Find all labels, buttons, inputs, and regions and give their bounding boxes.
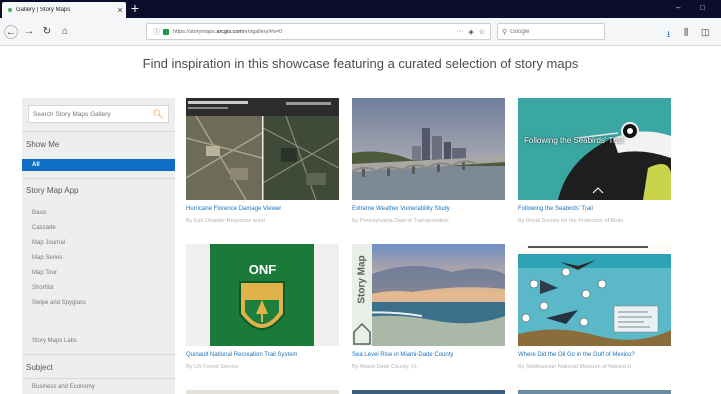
- maximize-button[interactable]: □: [700, 3, 705, 12]
- filter-app-swipe-spyglass[interactable]: Swipe and Spyglass: [32, 300, 86, 306]
- card-thumbnail[interactable]: ONF: [186, 244, 339, 346]
- info-icon[interactable]: ⓘ: [153, 27, 160, 37]
- filter-subject-business[interactable]: Business and Economy: [32, 384, 95, 390]
- show-me-heading[interactable]: Show Me: [26, 140, 59, 149]
- navigation-toolbar: ← → ↻ ⌂ ⓘ https://storymaps.arcgis.com/e…: [0, 18, 721, 46]
- gallery-search-box[interactable]: 🔍︎: [28, 105, 169, 123]
- home-icon[interactable]: ⌂: [58, 25, 72, 39]
- thumbnail-overlay-text: Following the Seabirds' Trail: [524, 136, 624, 145]
- forward-arrow-icon[interactable]: →: [22, 25, 36, 39]
- divider: [22, 354, 175, 355]
- sidebar-icon[interactable]: ◫: [701, 27, 710, 38]
- card-byline: By Smithsonian National Museum of Natura…: [518, 364, 632, 370]
- library-icon[interactable]: ⫼: [684, 27, 688, 38]
- next-row-thumbnail[interactable]: [518, 390, 671, 394]
- page-headline: Find inspiration in this showcase featur…: [142, 56, 579, 71]
- card-title[interactable]: Where Did the Oil Go in the Gulf of Mexi…: [518, 352, 635, 358]
- divider: [22, 378, 175, 379]
- back-arrow-icon[interactable]: ←: [4, 25, 18, 39]
- favicon-icon: [8, 8, 12, 12]
- browser-search-input[interactable]: [510, 28, 591, 35]
- filter-app-shortlist[interactable]: Shortlist: [32, 285, 54, 291]
- next-row-thumbnail[interactable]: [186, 390, 339, 394]
- filter-all[interactable]: All: [22, 159, 175, 171]
- card-thumbnail[interactable]: [352, 98, 505, 200]
- card-byline: By Royal Society for the Protection of B…: [518, 218, 624, 224]
- filter-story-maps-labs[interactable]: Story Maps Labs: [32, 338, 77, 344]
- card-byline: By Esri Disaster Response team: [186, 218, 266, 224]
- lock-icon: [163, 28, 169, 35]
- filter-app-map-tour[interactable]: Map Tour: [32, 270, 57, 276]
- search-icon: ⚲: [502, 28, 508, 36]
- page-actions-icon[interactable]: ···: [456, 28, 463, 35]
- url-text: https://storymaps.arcgis.com/en/gallery/…: [173, 28, 282, 35]
- filter-app-map-journal[interactable]: Map Journal: [32, 240, 65, 246]
- browser-tab[interactable]: Gallery | Story Maps ×: [2, 2, 126, 18]
- card-thumbnail[interactable]: Following the Seabirds' Trail: [518, 98, 671, 200]
- thumbnail-overlay-text: ONF: [248, 262, 277, 277]
- address-bar[interactable]: ⓘ https://storymaps.arcgis.com/en/galler…: [146, 23, 491, 40]
- card-thumbnail[interactable]: [186, 98, 339, 200]
- card-title[interactable]: Sea Level Rise in Miami-Dade County: [352, 352, 453, 358]
- subject-heading[interactable]: Subject: [26, 363, 53, 372]
- browser-search-bar[interactable]: ⚲: [497, 23, 605, 40]
- card-byline: By US Forest Service: [186, 364, 239, 370]
- next-row-thumbnail[interactable]: [352, 390, 505, 394]
- card-title[interactable]: Following the Seabirds' Trail: [518, 206, 593, 212]
- tab-close-icon[interactable]: ×: [114, 5, 126, 15]
- download-icon[interactable]: ⭳: [667, 27, 670, 43]
- card-byline: By Miami-Dade County, FL: [352, 364, 418, 370]
- divider: [22, 178, 175, 179]
- filter-app-basic[interactable]: Basic: [32, 210, 47, 216]
- gallery-search-input[interactable]: [33, 110, 153, 118]
- card-title[interactable]: Hurricane Florence Damage Viewer: [186, 206, 281, 212]
- filter-sidebar: 🔍︎ Show Me All Story Map App Basic Casca…: [22, 98, 175, 394]
- card-thumbnail[interactable]: Story Map: [352, 244, 505, 346]
- story-map-app-heading[interactable]: Story Map App: [26, 186, 78, 195]
- divider: [22, 131, 175, 132]
- search-icon[interactable]: 🔍︎: [153, 109, 164, 120]
- card-title[interactable]: Extreme Weather Vulnerability Study: [352, 206, 450, 212]
- tab-title: Gallery | Story Maps: [16, 7, 71, 13]
- card-thumbnail[interactable]: [518, 244, 671, 346]
- card-byline: By Pennsylvania Dept of Transportation: [352, 218, 449, 224]
- card-title[interactable]: Quinault National Recreation Trail Syste…: [186, 352, 297, 358]
- filter-app-map-series[interactable]: Map Series: [32, 255, 62, 261]
- new-tab-button[interactable]: +: [128, 1, 142, 16]
- reload-icon[interactable]: ↻: [40, 25, 54, 39]
- filter-app-cascade[interactable]: Cascade: [32, 225, 56, 231]
- minimize-button[interactable]: –: [676, 3, 680, 12]
- pocket-icon[interactable]: ◈: [468, 28, 473, 36]
- browser-tab-bar: Gallery | Story Maps × + – □: [0, 0, 721, 18]
- thumbnail-overlay-text: Story Map: [356, 255, 368, 304]
- bookmark-star-icon[interactable]: ☆: [479, 28, 485, 36]
